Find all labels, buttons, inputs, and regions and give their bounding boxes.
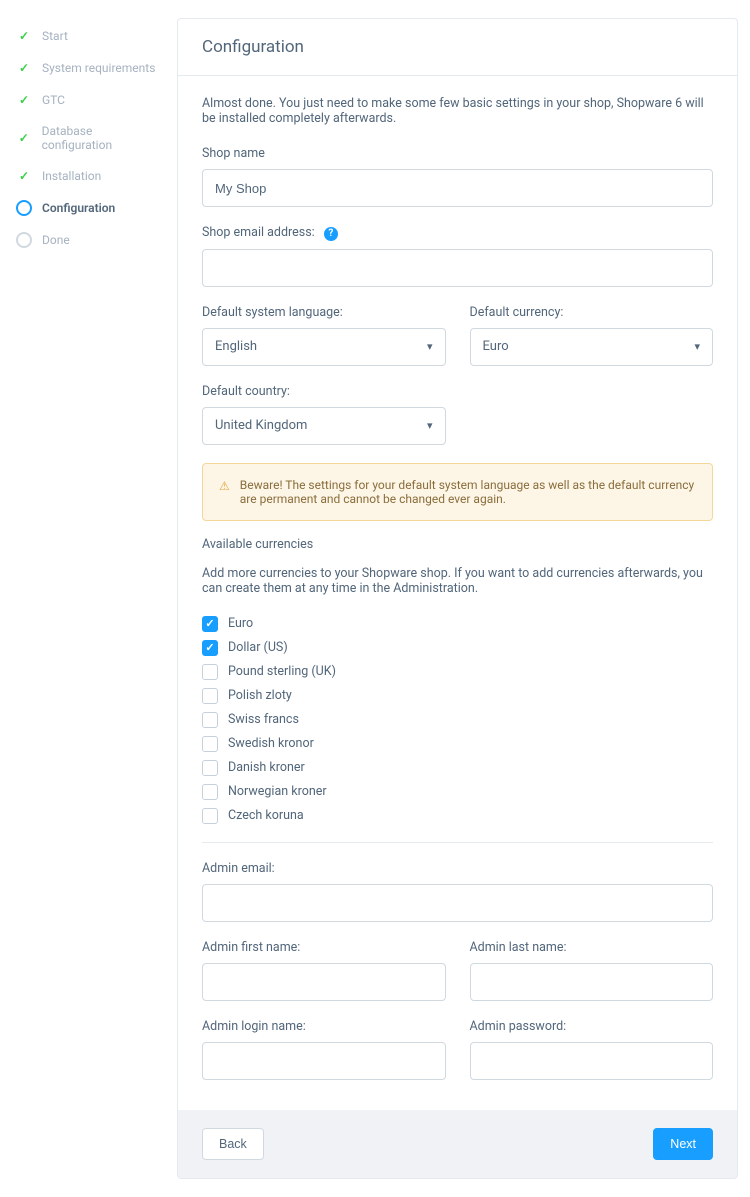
step-system-requirements: System requirements (12, 52, 167, 84)
default-currency-select[interactable]: Euro ▾ (470, 328, 714, 366)
currency-item: Norwegian kroner (202, 780, 713, 804)
pending-step-icon (16, 232, 32, 248)
shop-email-label: Shop email address: ? (202, 225, 713, 241)
admin-login-name-label: Admin login name: (202, 1019, 446, 1034)
warning-icon: ⚠ (219, 479, 230, 493)
admin-login-name-input[interactable] (202, 1042, 446, 1080)
step-done: Done (12, 224, 167, 256)
check-icon (16, 168, 32, 184)
footer: Back Next (178, 1110, 737, 1178)
back-button[interactable]: Back (202, 1128, 264, 1160)
shop-email-input[interactable] (202, 249, 713, 287)
currency-checkbox[interactable] (202, 736, 218, 752)
currency-checkbox[interactable] (202, 688, 218, 704)
admin-last-name-label: Admin last name: (470, 940, 714, 955)
currency-item: Czech koruna (202, 804, 713, 828)
currencies-list: Euro Dollar (US) Pound sterling (UK) Pol… (202, 612, 713, 843)
default-country-select[interactable]: United Kingdom ▾ (202, 407, 446, 445)
currency-checkbox[interactable] (202, 808, 218, 824)
currency-item: Swiss francs (202, 708, 713, 732)
step-gtc: GTC (12, 84, 167, 116)
intro-text: Almost done. You just need to make some … (202, 96, 713, 126)
step-database-configuration: Database configuration (12, 116, 167, 160)
available-currencies-label: Available currencies (202, 537, 713, 552)
config-panel: Configuration Almost done. You just need… (177, 18, 738, 1179)
shop-name-input[interactable] (202, 169, 713, 207)
admin-password-label: Admin password: (470, 1019, 714, 1034)
admin-first-name-label: Admin first name: (202, 940, 446, 955)
check-icon (16, 28, 32, 44)
available-currencies-desc: Add more currencies to your Shopware sho… (202, 566, 713, 596)
chevron-down-icon: ▾ (427, 340, 433, 353)
currency-checkbox[interactable] (202, 640, 218, 656)
admin-password-input[interactable] (470, 1042, 714, 1080)
currency-checkbox[interactable] (202, 616, 218, 632)
chevron-down-icon: ▾ (694, 340, 700, 353)
admin-email-input[interactable] (202, 884, 713, 922)
help-icon[interactable]: ? (324, 227, 338, 241)
currency-checkbox[interactable] (202, 664, 218, 680)
currency-checkbox[interactable] (202, 712, 218, 728)
page-title: Configuration (178, 19, 737, 76)
currency-item: Euro (202, 612, 713, 636)
warning-box: ⚠ Beware! The settings for your default … (202, 463, 713, 521)
currency-item: Pound sterling (UK) (202, 660, 713, 684)
check-icon (16, 92, 32, 108)
currency-item: Swedish kronor (202, 732, 713, 756)
next-button[interactable]: Next (653, 1128, 713, 1160)
chevron-down-icon: ▾ (427, 419, 433, 432)
currency-item: Danish kroner (202, 756, 713, 780)
steps-sidebar: Start System requirements GTC Database c… (12, 18, 167, 256)
step-configuration: Configuration (12, 192, 167, 224)
check-icon (16, 130, 32, 146)
admin-email-label: Admin email: (202, 861, 713, 876)
default-currency-label: Default currency: (470, 305, 714, 320)
current-step-icon (16, 200, 32, 216)
currency-item: Polish zloty (202, 684, 713, 708)
admin-last-name-input[interactable] (470, 963, 714, 1001)
default-language-label: Default system language: (202, 305, 446, 320)
currency-checkbox[interactable] (202, 760, 218, 776)
currency-item: Dollar (US) (202, 636, 713, 660)
step-start: Start (12, 20, 167, 52)
admin-first-name-input[interactable] (202, 963, 446, 1001)
check-icon (16, 60, 32, 76)
shop-name-label: Shop name (202, 146, 713, 161)
default-language-select[interactable]: English ▾ (202, 328, 446, 366)
default-country-label: Default country: (202, 384, 446, 399)
currency-checkbox[interactable] (202, 784, 218, 800)
step-installation: Installation (12, 160, 167, 192)
